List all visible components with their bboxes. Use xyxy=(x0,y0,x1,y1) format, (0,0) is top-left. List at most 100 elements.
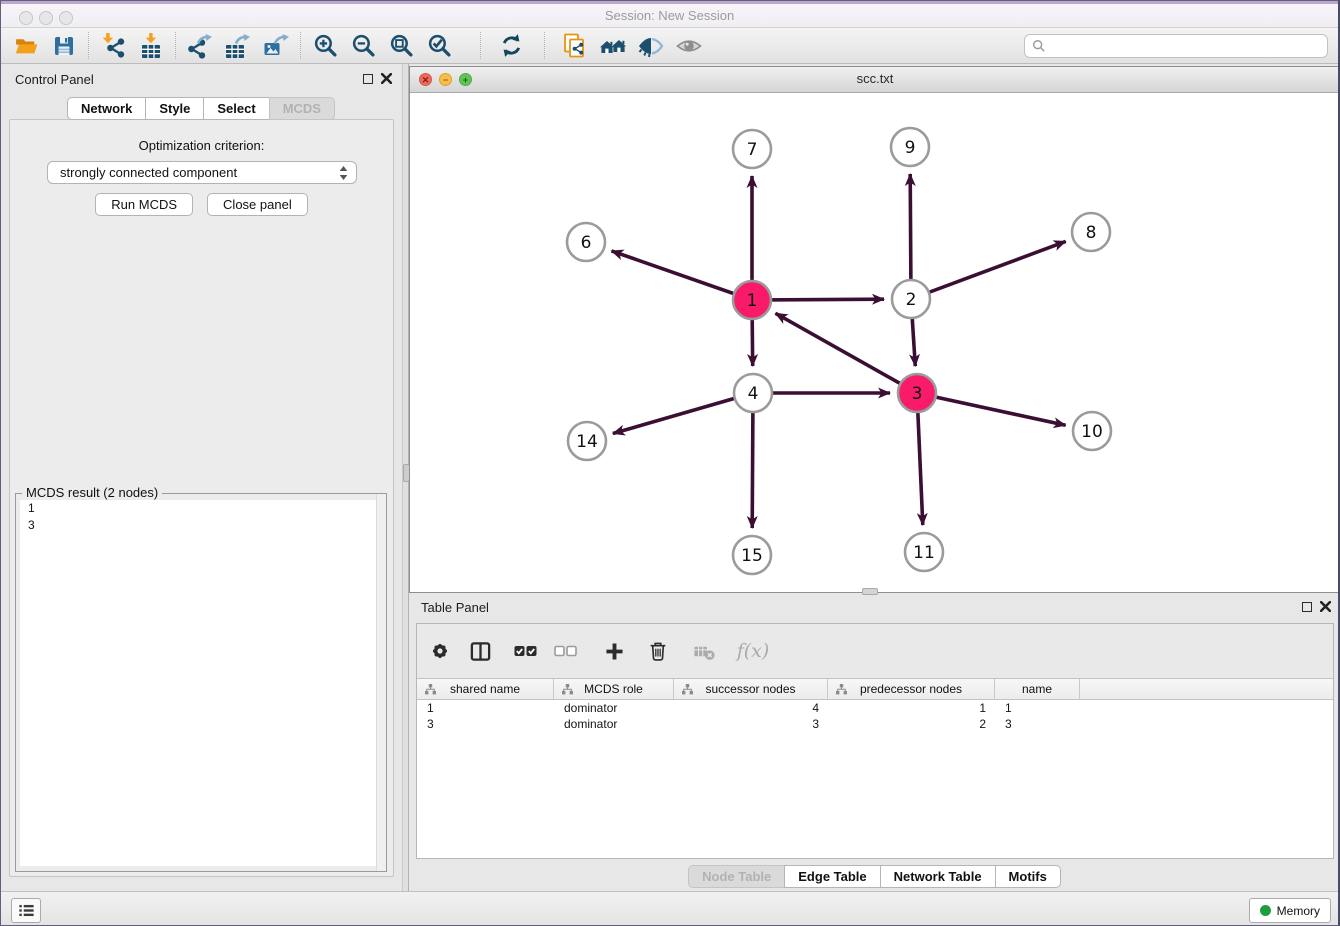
tree-icon xyxy=(836,684,847,695)
delete-column-icon[interactable] xyxy=(645,638,671,664)
zoom-fit-icon[interactable] xyxy=(382,31,420,61)
export-image-icon[interactable] xyxy=(257,31,295,61)
node-table-container: f(x) shared name MCDS role successor nod… xyxy=(416,623,1334,859)
export-network-icon[interactable] xyxy=(181,31,219,61)
select-all-icon[interactable] xyxy=(513,638,539,664)
clone-network-icon[interactable] xyxy=(556,31,594,61)
import-network-icon[interactable] xyxy=(94,31,132,61)
graph-edge-3-1[interactable] xyxy=(776,313,918,393)
tab-edge-table[interactable]: Edge Table xyxy=(784,865,880,888)
search-box[interactable] xyxy=(1024,34,1328,58)
network-maximize-button[interactable]: + xyxy=(459,73,472,86)
mcds-result-list[interactable]: 13 xyxy=(20,500,381,866)
zoom-selected-icon[interactable] xyxy=(420,31,458,61)
memory-status-icon xyxy=(1260,905,1271,916)
table-toolbar: f(x) xyxy=(417,624,1333,678)
float-table-panel-icon[interactable] xyxy=(1302,602,1312,612)
table-panel-title: Table Panel xyxy=(421,600,489,615)
close-panel-icon[interactable] xyxy=(381,73,392,84)
mcds-panel: Optimization criterion: strongly connect… xyxy=(9,119,394,877)
graph-edge-1-6[interactable] xyxy=(612,251,753,300)
tree-icon xyxy=(682,684,693,695)
network-canvas[interactable]: 7968124314101511 xyxy=(410,93,1340,593)
float-panel-icon[interactable] xyxy=(363,74,373,84)
graph-node-label-8: 8 xyxy=(1086,223,1097,243)
network-view-window: ✕ − + scc.txt 7968124314101511 xyxy=(409,66,1340,593)
toolbar-separator xyxy=(480,32,481,59)
graph-edge-3-10[interactable] xyxy=(917,393,1066,425)
tab-motifs[interactable]: Motifs xyxy=(995,865,1061,888)
apply-layout-icon[interactable] xyxy=(492,31,530,61)
application-window: Session: New Session xyxy=(0,0,1340,926)
main-toolbar xyxy=(1,28,1338,64)
column-header-successor-nodes[interactable]: successor nodes xyxy=(674,679,828,699)
tab-network-table[interactable]: Network Table xyxy=(880,865,996,888)
save-session-icon[interactable] xyxy=(45,31,83,61)
graph-node-label-11: 11 xyxy=(913,543,935,563)
network-minimize-button[interactable]: − xyxy=(439,73,452,86)
column-header-predecessor-nodes[interactable]: predecessor nodes xyxy=(828,679,995,699)
network-overview-icon[interactable] xyxy=(670,31,708,61)
graph-edge-4-14[interactable] xyxy=(613,393,753,434)
open-session-icon[interactable] xyxy=(7,31,45,61)
table-header-row: shared name MCDS role successor nodes pr… xyxy=(417,678,1333,700)
table-settings-icon[interactable] xyxy=(427,638,453,664)
export-table-icon[interactable] xyxy=(219,31,257,61)
vertical-splitter[interactable] xyxy=(402,64,409,891)
import-table-icon[interactable] xyxy=(132,31,170,61)
window-zoom-button[interactable] xyxy=(59,11,73,25)
mcds-result-scrollbar[interactable] xyxy=(376,494,386,871)
first-neighbors-icon[interactable] xyxy=(594,31,632,61)
graph-node-label-4: 4 xyxy=(748,384,759,404)
show-column-icon[interactable] xyxy=(467,638,493,664)
table-row[interactable]: 1dominator411 xyxy=(417,700,1333,716)
search-icon xyxy=(1032,39,1046,53)
tab-mcds[interactable]: MCDS xyxy=(269,97,335,120)
window-minimize-button[interactable] xyxy=(39,11,53,25)
node-table: shared name MCDS role successor nodes pr… xyxy=(417,678,1333,858)
column-header-mcds-role[interactable]: MCDS role xyxy=(554,679,674,699)
graph-node-label-9: 9 xyxy=(905,138,916,158)
table-body: 1dominator4113dominator323 xyxy=(417,700,1333,732)
tab-style[interactable]: Style xyxy=(145,97,204,120)
column-header-name[interactable]: name xyxy=(995,679,1080,699)
network-window-title: scc.txt xyxy=(410,67,1340,91)
window-close-button[interactable] xyxy=(19,11,33,25)
tab-select[interactable]: Select xyxy=(203,97,269,120)
graph-node-label-6: 6 xyxy=(581,233,592,253)
column-header-shared-name[interactable]: shared name xyxy=(417,679,554,699)
optimization-criterion-label: Optimization criterion: xyxy=(10,138,393,153)
cell-mcds_role: dominator xyxy=(554,716,674,732)
task-history-button[interactable] xyxy=(11,898,41,923)
close-table-panel-icon[interactable] xyxy=(1320,601,1331,612)
app-title: Session: New Session xyxy=(1,4,1338,27)
delete-table-icon xyxy=(691,638,717,664)
search-input[interactable] xyxy=(1051,37,1320,54)
criterion-value: strongly connected component xyxy=(60,165,339,180)
graph-edge-2-8[interactable] xyxy=(911,241,1066,299)
mcds-result-item[interactable]: 3 xyxy=(20,517,381,534)
control-panel-tabs: Network Style Select MCDS xyxy=(1,97,402,120)
cell-shared_name: 1 xyxy=(417,700,554,716)
tree-icon xyxy=(425,684,436,695)
mcds-result-item[interactable]: 1 xyxy=(20,500,381,517)
zoom-out-icon[interactable] xyxy=(344,31,382,61)
memory-button[interactable]: Memory xyxy=(1249,898,1331,923)
cell-successor_nodes: 4 xyxy=(674,700,828,716)
toolbar-separator xyxy=(300,32,301,59)
run-mcds-button[interactable]: Run MCDS xyxy=(95,193,193,216)
tab-network[interactable]: Network xyxy=(67,97,146,120)
cell-shared_name: 3 xyxy=(417,716,554,732)
table-row[interactable]: 3dominator323 xyxy=(417,716,1333,732)
deselect-all-icon[interactable] xyxy=(553,638,579,664)
network-close-button[interactable]: ✕ xyxy=(419,73,432,86)
add-column-icon[interactable] xyxy=(601,638,627,664)
graph-node-label-15: 15 xyxy=(741,546,763,566)
list-icon xyxy=(17,901,36,920)
close-panel-button[interactable]: Close panel xyxy=(207,193,308,216)
cell-predecessor_nodes: 1 xyxy=(828,700,995,716)
show-hide-details-icon[interactable] xyxy=(632,31,670,61)
tab-node-table[interactable]: Node Table xyxy=(688,865,785,888)
zoom-in-icon[interactable] xyxy=(306,31,344,61)
criterion-select[interactable]: strongly connected component xyxy=(47,161,357,184)
